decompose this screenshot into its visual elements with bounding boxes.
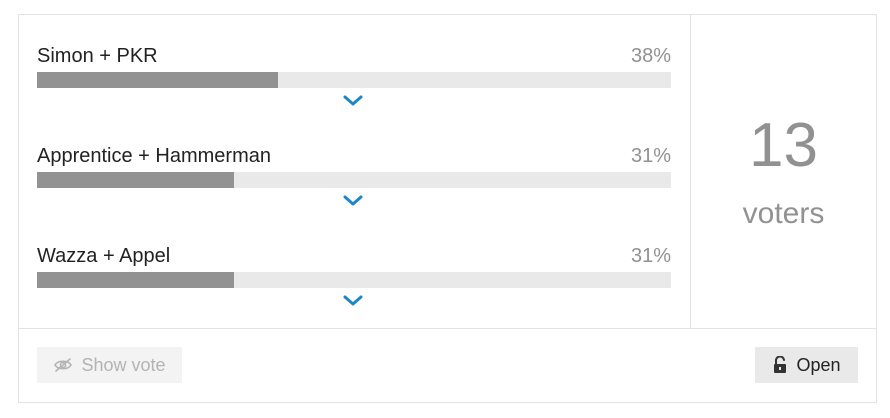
- poll-option-1: Simon + PKR 38%: [37, 27, 671, 107]
- voter-label: voters: [742, 197, 825, 230]
- option-name: Simon + PKR: [37, 45, 158, 67]
- chevron-down-icon[interactable]: [342, 93, 364, 109]
- option-percent: 38%: [630, 45, 671, 67]
- option-bar-track: [37, 72, 671, 88]
- eye-slash-icon: [53, 357, 73, 373]
- option-bar-fill: [37, 172, 234, 188]
- option-percent: 31%: [630, 245, 671, 267]
- option-name: Apprentice + Hammerman: [37, 145, 271, 167]
- show-vote-label: Show vote: [81, 354, 166, 375]
- poll-body: Simon + PKR 38% Apprentice + Hammerman 3…: [19, 15, 876, 329]
- voter-count: 13: [749, 111, 818, 180]
- poll-option-2: Apprentice + Hammerman 31%: [37, 127, 671, 207]
- option-bar-track: [37, 272, 671, 288]
- poll-footer: Show vote Open: [19, 329, 876, 402]
- chevron-down-icon[interactable]: [342, 293, 364, 309]
- voter-summary: 13 voters: [691, 15, 876, 328]
- open-label: Open: [796, 354, 841, 375]
- unlock-icon: [772, 356, 788, 374]
- poll-widget: Simon + PKR 38% Apprentice + Hammerman 3…: [18, 14, 877, 403]
- option-bar-track: [37, 172, 671, 188]
- poll-options: Simon + PKR 38% Apprentice + Hammerman 3…: [19, 15, 691, 328]
- option-name: Wazza + Appel: [37, 245, 171, 267]
- show-vote-button[interactable]: Show vote: [37, 347, 182, 383]
- option-bar-fill: [37, 72, 278, 88]
- open-button[interactable]: Open: [755, 347, 858, 383]
- poll-option-3: Wazza + Appel 31%: [37, 227, 671, 307]
- option-percent: 31%: [630, 145, 671, 167]
- option-bar-fill: [37, 272, 234, 288]
- chevron-down-icon[interactable]: [342, 193, 364, 209]
